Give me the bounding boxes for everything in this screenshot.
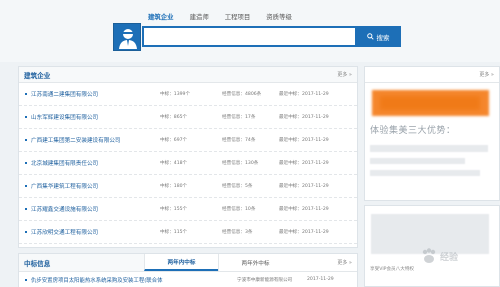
bullet-icon [25,231,27,233]
win-count: 中标：697个 [160,138,188,143]
business-info-count: 经营信息：130条 [222,161,259,166]
tab-construction-company[interactable]: 建筑企业 [148,12,174,22]
company-name-link[interactable]: 北京城建集团有限责任公司 [31,159,98,167]
bullet-icon [25,162,27,164]
business-info-count: 经营信息：74条 [222,138,256,143]
list-item: 江苏耀鑫交通设施有限公司 中标：155个 经营信息：10条 最近中标：2017-… [19,198,357,221]
promo-panel-header: 更多 » [365,67,499,83]
company-name-link[interactable]: 山东军辉建设集团有限公司 [31,113,98,121]
search-header: 建筑企业 建造师 工程项目 资质等级 搜索 [0,0,500,62]
recent-win-date: 最近中标：2017-11-29 [279,92,329,97]
bid-title-link[interactable]: 仇步安置房项目太阳能热水系统采购及安装工程(联合体 [31,276,162,284]
win-count: 中标：155个 [160,207,188,212]
bid-panel-header: 中标信息 两年内中标 两年外中标 更多 » [19,254,357,272]
bid-date: 2017-11-29 [307,277,334,282]
list-item: 山东军辉建设集团有限公司 中标：865个 经营信息：17条 最近中标：2017-… [19,106,357,129]
tab-qualification[interactable]: 资质等级 [266,12,292,22]
company-name-link[interactable]: 江苏欣明交通工程有限公司 [31,228,98,236]
tab-project[interactable]: 工程项目 [225,12,251,22]
tab-beyond-two-years[interactable]: 两年外中标 [218,254,292,271]
recent-win-date: 最近中标：2017-11-29 [279,207,329,212]
user-avatar-icon [113,23,141,51]
bid-panel: 中标信息 两年内中标 两年外中标 更多 » 仇步安置房项目太阳能热水系统采购及安… [18,253,358,287]
business-info-count: 经营信息：5条 [222,184,253,189]
win-count: 中标：418个 [160,161,188,166]
company-name-link[interactable]: 广西建工集团第二安装建设有限公司 [31,136,121,144]
vip-privilege-text: 享受VIP会员八大特权 [370,267,415,272]
company-name-link[interactable]: 江苏耀鑫交通设施有限公司 [31,205,98,213]
search-button[interactable]: 搜索 [355,26,401,47]
list-item: 江苏南通二建集团有限公司 中标：1399个 经营信息：4806条 最近中标：20… [19,83,357,106]
company-panel-header: 建筑企业 更多 » [19,67,357,83]
win-count: 中标：865个 [160,115,188,120]
table-row: 仇步安置房项目太阳能热水系统采购及安装工程(联合体 宁波市中康新能源有限公司 2… [19,272,357,287]
recent-win-date: 最近中标：2017-11-29 [279,230,329,235]
recent-win-date: 最近中标：2017-11-29 [279,161,329,166]
bullet-icon [25,208,27,210]
bullet-icon [25,185,27,187]
tab-within-two-years[interactable]: 两年内中标 [144,254,218,271]
bullet-icon [25,279,27,281]
company-name-link[interactable]: 广西集华建筑工程有限公司 [31,182,98,190]
win-count: 中标：115个 [160,230,188,235]
search-tabs: 建筑企业 建造师 工程项目 资质等级 [148,12,308,22]
recent-win-date: 最近中标：2017-11-29 [279,184,329,189]
bid-more-link[interactable]: 更多 » [337,259,352,266]
bullet-icon [25,139,27,141]
company-more-link[interactable]: 更多 » [337,71,352,78]
bullet-icon [25,93,27,95]
bullet-icon [25,116,27,118]
win-count: 中标：1399个 [160,92,191,97]
business-info-count: 经营信息：17条 [222,115,256,120]
win-count: 中标：180个 [160,184,188,189]
list-item: 北京城建集团有限责任公司 中标：418个 经营信息：130条 最近中标：2017… [19,152,357,175]
recent-win-date: 最近中标：2017-11-29 [279,115,329,120]
promo-text: 体验集美三大优势： [370,126,456,136]
company-panel: 建筑企业 更多 » 江苏南通二建集团有限公司 中标：1399个 经营信息：480… [18,66,358,248]
company-name-link[interactable]: 江苏南通二建集团有限公司 [31,90,98,98]
company-panel-title: 建筑企业 [24,71,51,80]
watermark-text: 经验 [440,252,459,263]
promo-more-link[interactable]: 更多 » [479,71,494,78]
promo-banner-inner [380,96,480,110]
blurred-line [370,158,465,164]
search-input[interactable] [142,26,355,47]
business-info-count: 经营信息：4806条 [222,92,262,97]
blurred-line [370,170,480,176]
recent-win-date: 最近中标：2017-11-29 [279,138,329,143]
tab-constructor[interactable]: 建造师 [190,12,209,22]
list-item: 广西建工集团第二安装建设有限公司 中标：697个 经营信息：74条 最近中标：2… [19,129,357,152]
search-button-label: 搜索 [376,33,390,42]
bid-company: 宁波市中康新能源有限公司 [237,278,293,283]
search-icon [366,33,374,40]
paw-icon [422,248,436,263]
business-info-count: 经营信息：3条 [222,230,253,235]
business-info-count: 经营信息：10条 [222,207,256,212]
blurred-line [370,145,488,152]
list-item: 广西集华建筑工程有限公司 中标：180个 经营信息：5条 最近中标：2017-1… [19,175,357,198]
bid-panel-title: 中标信息 [19,254,144,271]
company-list: 江苏南通二建集团有限公司 中标：1399个 经营信息：4806条 最近中标：20… [19,83,357,244]
baidu-watermark: 经验 [420,245,495,267]
list-item: 江苏欣明交通工程有限公司 中标：115个 经营信息：3条 最近中标：2017-1… [19,221,357,244]
